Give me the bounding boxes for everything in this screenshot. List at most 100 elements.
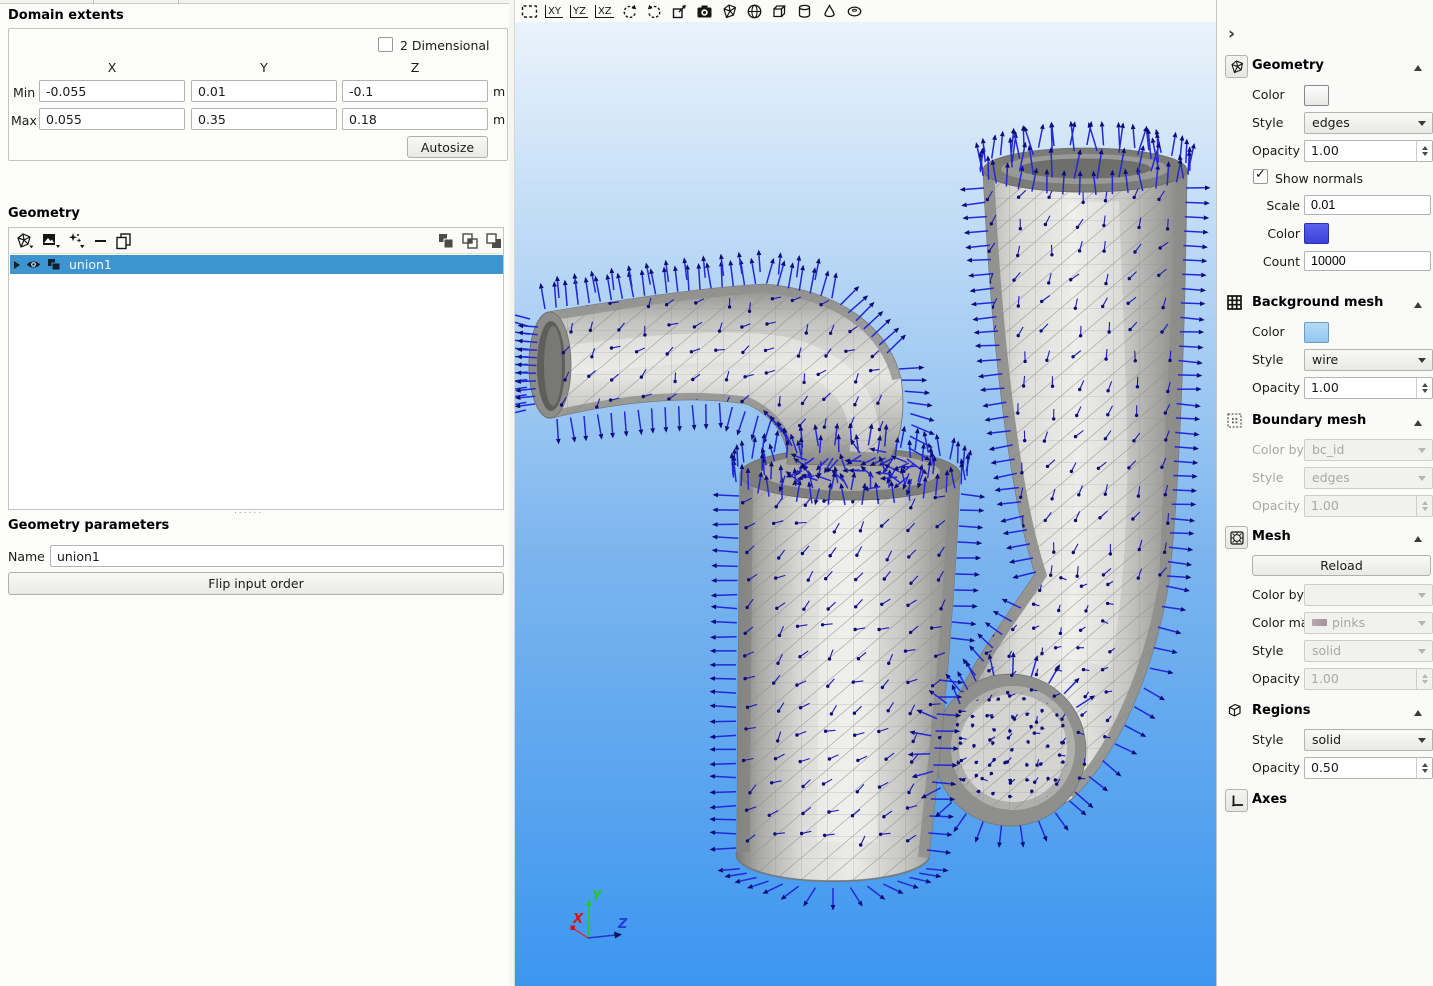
geometry-section-title: Geometry [1252, 58, 1324, 73]
max-unit-label: m [493, 112, 505, 127]
boundary-mesh-collapse-arrow[interactable] [1414, 416, 1422, 426]
perspective-icon[interactable] [671, 2, 689, 20]
view-xy-icon[interactable]: XY [545, 5, 563, 18]
max-y-field[interactable] [191, 108, 337, 130]
chevron-down-icon [1418, 738, 1426, 747]
cylinder-primitive-icon[interactable] [796, 2, 814, 20]
domain-extents-box: 2 Dimensional X Y Z Min m Max m Autosize [8, 28, 508, 161]
regions-style-dropdown[interactable]: solid [1304, 729, 1433, 751]
spin-up-icon[interactable] [1422, 760, 1428, 767]
geometry-color-swatch[interactable] [1304, 85, 1329, 106]
boundary-mesh-section-icon [1226, 412, 1243, 429]
flip-input-order-button[interactable]: Flip input order [8, 572, 504, 595]
add-geometry-icon[interactable] [15, 232, 35, 250]
operations-magic-icon[interactable] [67, 232, 87, 250]
background-opacity-label: Opacity [1252, 380, 1300, 395]
mesh-color-by-dropdown [1304, 584, 1433, 606]
regions-opacity-value: 0.50 [1311, 760, 1339, 775]
add-image-icon[interactable] [41, 232, 61, 250]
boundary-opacity-value: 1.00 [1311, 498, 1339, 513]
spin-down-icon[interactable] [1422, 389, 1428, 396]
geometry-section-toggle[interactable] [1225, 55, 1248, 78]
background-color-label: Color [1252, 324, 1285, 339]
geometry-opacity-spinbox[interactable]: 1.00 [1304, 140, 1433, 162]
background-style-value: wire [1312, 352, 1338, 367]
mesh-color-map-dropdown: pinks [1304, 612, 1433, 634]
duplicate-icon[interactable] [115, 232, 133, 250]
col-header-z: Z [342, 60, 488, 75]
spin-down-icon[interactable] [1422, 769, 1428, 776]
max-z-field[interactable] [342, 108, 488, 130]
view-xz-icon[interactable]: XZ [595, 5, 614, 18]
axis-y-label: Y [592, 889, 603, 904]
background-color-swatch[interactable] [1304, 322, 1329, 343]
boundary-mesh-section-title: Boundary mesh [1252, 413, 1366, 428]
geometry-collapse-arrow[interactable] [1414, 61, 1422, 71]
splitter-handle[interactable]: ...... [234, 509, 263, 513]
boundary-opacity-label: Opacity [1252, 498, 1300, 513]
regions-section-icon [1226, 702, 1243, 719]
rotate-cw-icon[interactable] [646, 2, 664, 20]
boundary-color-by-value: bc_id [1312, 442, 1344, 457]
expander-icon[interactable] [14, 261, 20, 269]
sphere-primitive-icon[interactable] [746, 2, 764, 20]
boolean-difference-icon[interactable] [485, 232, 503, 250]
background-mesh-section-title: Background mesh [1252, 295, 1383, 310]
regions-style-label: Style [1252, 732, 1283, 747]
autosize-button[interactable]: Autosize [407, 136, 488, 158]
background-opacity-spinbox[interactable]: 1.00 [1304, 377, 1433, 399]
mesh-color-map-value: pinks [1332, 615, 1365, 630]
spin-down-icon[interactable] [1422, 152, 1428, 159]
axis-x-label: X [572, 912, 584, 927]
show-normals-label: Show normals [1275, 171, 1363, 186]
boolean-intersect-icon[interactable] [461, 232, 479, 250]
geometry-style-dropdown[interactable]: edges [1304, 112, 1433, 134]
normals-color-label: Color [1247, 226, 1300, 241]
geometry-title: Geometry [8, 206, 80, 221]
normals-count-label: Count [1247, 254, 1300, 269]
disc-primitive-icon[interactable] [846, 2, 864, 20]
normals-scale-field[interactable] [1304, 195, 1431, 215]
show-normals-checkbox[interactable]: ✓ [1253, 169, 1268, 184]
screenshot-camera-icon[interactable] [696, 2, 714, 20]
min-z-field[interactable] [342, 80, 488, 102]
show-normals-checkmark: ✓ [1255, 167, 1266, 182]
geometry-opacity-label: Opacity [1252, 143, 1300, 158]
cone-primitive-icon[interactable] [821, 2, 839, 20]
geometry-toolbar [9, 228, 503, 254]
colormap-preview-icon [1312, 619, 1327, 626]
axes-section-icon [1233, 795, 1243, 805]
rotate-ccw-icon[interactable] [621, 2, 639, 20]
axis-z-label: Z [617, 917, 628, 932]
reload-button[interactable]: Reload [1252, 555, 1431, 576]
spin-up-icon[interactable] [1422, 143, 1428, 150]
two-dimensional-checkbox[interactable] [378, 37, 393, 52]
min-x-field[interactable] [39, 80, 185, 102]
mesh-section-toggle[interactable] [1225, 526, 1248, 549]
name-field[interactable] [50, 545, 504, 567]
geometry-list-item-union1[interactable]: union1 [10, 255, 503, 274]
boolean-union-icon[interactable] [437, 232, 455, 250]
box-primitive-icon[interactable] [771, 2, 789, 20]
fit-view-icon[interactable] [520, 2, 538, 20]
remove-icon[interactable] [93, 232, 109, 250]
geometry-primitive-icon[interactable] [721, 2, 739, 20]
boundary-style-dropdown: edges [1304, 467, 1433, 489]
visibility-eye-icon[interactable] [26, 258, 41, 271]
background-mesh-collapse-arrow[interactable] [1414, 298, 1422, 308]
normals-count-field[interactable] [1304, 251, 1431, 271]
mesh-collapse-arrow[interactable] [1414, 532, 1422, 542]
normals-color-swatch[interactable] [1304, 223, 1329, 244]
regions-collapse-arrow[interactable] [1414, 706, 1422, 716]
3d-scene-canvas[interactable]: X Y Z [515, 22, 1216, 986]
top-strip [0, 0, 509, 4]
view-yz-icon[interactable]: YZ [570, 5, 588, 18]
min-y-field[interactable] [191, 80, 337, 102]
background-style-dropdown[interactable]: wire [1304, 349, 1433, 371]
left-panel: Domain extents 2 Dimensional X Y Z Min m… [0, 0, 509, 986]
spin-up-icon[interactable] [1422, 380, 1428, 387]
max-x-field[interactable] [39, 108, 185, 130]
regions-opacity-spinbox[interactable]: 0.50 [1304, 757, 1433, 779]
collapse-panel-button[interactable]: › [1228, 24, 1235, 44]
axes-section-toggle[interactable] [1225, 789, 1248, 812]
